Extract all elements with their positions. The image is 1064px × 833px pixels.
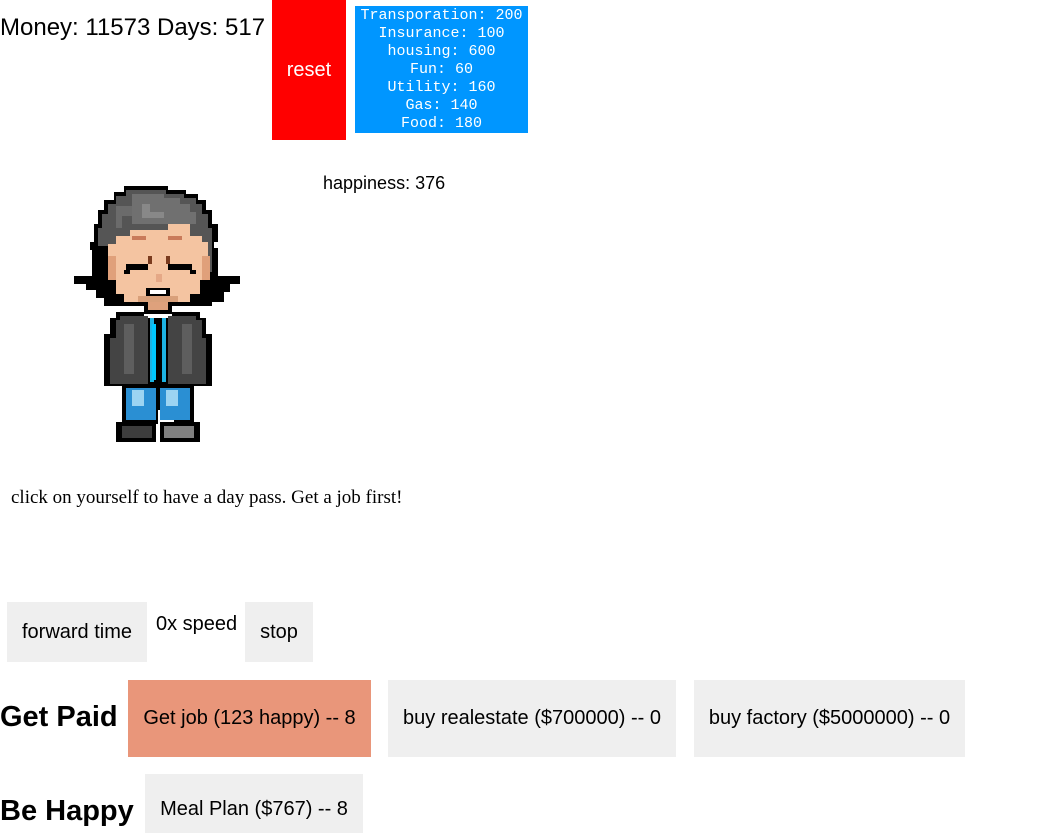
happiness-status: happiness: 376 bbox=[323, 173, 446, 193]
instruction-text: click on yourself to have a day pass. Ge… bbox=[11, 487, 403, 508]
expenses-panel: Transporation: 200 Insurance: 100 housin… bbox=[355, 6, 528, 133]
expense-fun: Fun: 60 bbox=[409, 61, 473, 78]
expense-housing: housing: 600 bbox=[387, 43, 496, 60]
expense-gas: Gas: 140 bbox=[405, 97, 478, 114]
be-happy-heading: Be Happy bbox=[0, 795, 134, 827]
meal-plan-button[interactable]: Meal Plan ($767) -- 8 bbox=[145, 774, 363, 833]
money-days-status: Money: 11573 Days: 517 bbox=[0, 14, 266, 41]
get-paid-heading: Get Paid bbox=[0, 701, 118, 733]
get-job-button[interactable]: Get job (123 happy) -- 8 bbox=[128, 680, 371, 757]
pixel-character-icon[interactable] bbox=[72, 184, 244, 444]
reset-button[interactable]: reset bbox=[272, 0, 346, 140]
expense-utility: Utility: 160 bbox=[387, 79, 496, 96]
expense-insurance: Insurance: 100 bbox=[378, 25, 505, 42]
buy-realestate-button[interactable]: buy realestate ($700000) -- 0 bbox=[388, 680, 676, 757]
forward-time-button[interactable]: forward time bbox=[7, 602, 147, 662]
buy-factory-button[interactable]: buy factory ($5000000) -- 0 bbox=[694, 680, 965, 757]
stop-button[interactable]: stop bbox=[245, 602, 313, 662]
speed-label: 0x speed bbox=[156, 613, 238, 635]
expense-food: Food: 180 bbox=[400, 115, 482, 132]
expense-transportation: Transporation: 200 bbox=[360, 7, 523, 24]
